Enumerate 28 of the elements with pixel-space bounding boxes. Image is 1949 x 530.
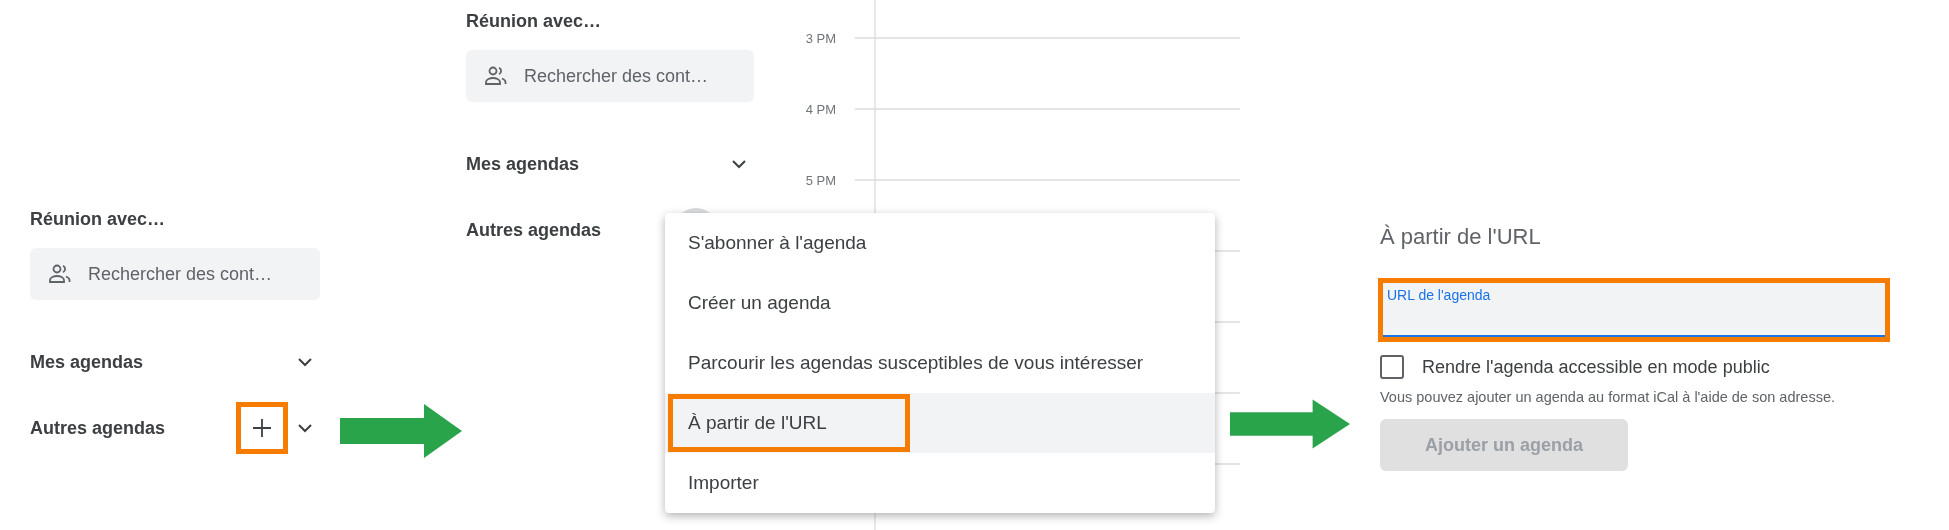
search-field[interactable]: Rechercher des cont… — [30, 248, 320, 300]
time-label: 4 PM — [805, 102, 836, 117]
search-field[interactable]: Rechercher des cont… — [466, 50, 754, 102]
menu-item[interactable]: S'abonner à l'agenda — [665, 213, 1215, 273]
menu-item[interactable]: Importer — [665, 453, 1215, 513]
time-label: 3 PM — [805, 31, 836, 46]
chevron-down-icon[interactable] — [298, 357, 312, 367]
calendar-group-label: Autres agendas — [466, 219, 603, 241]
add-button[interactable] — [236, 402, 288, 454]
dialog-title: À partir de l'URL — [1379, 223, 1542, 251]
menu-item[interactable]: Créer un agenda — [665, 273, 1215, 333]
time-label: 5 PM — [805, 173, 836, 188]
calendar-group-label: Autres agendas — [30, 417, 167, 439]
url-input-field[interactable]: URL de l'agenda — [1378, 278, 1890, 342]
helper-text: Vous pouvez ajouter un agenda au format iCal à l'aide de son adresse. — [1379, 389, 1836, 405]
section-title: Réunion avec… — [466, 10, 603, 33]
plus-icon — [252, 418, 272, 438]
chevron-down-icon[interactable] — [298, 423, 312, 433]
checkbox-label: Rendre l'agenda accessible en mode public — [1422, 356, 1770, 378]
people-icon — [484, 66, 508, 86]
people-icon — [48, 264, 72, 284]
calendar-group-label: Mes agendas — [30, 351, 145, 373]
menu-item[interactable]: Parcourir les agendas susceptibles de vous intéresser — [665, 333, 1215, 393]
calendar-group-label: Mes agendas — [466, 153, 581, 175]
section-title: Réunion avec… — [30, 208, 167, 231]
menu-item[interactable]: À partir de l'URL — [665, 393, 1215, 453]
checkbox[interactable] — [1380, 355, 1404, 379]
chevron-down-icon[interactable] — [732, 159, 746, 169]
